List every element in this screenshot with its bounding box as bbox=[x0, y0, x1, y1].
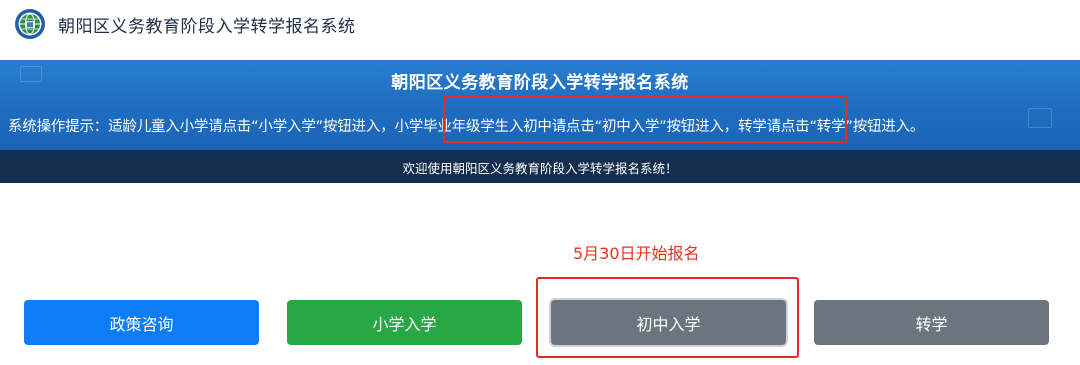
site-header: 朝阳区义务教育阶段入学转学报名系统 bbox=[0, 0, 1080, 48]
globe-emblem-icon bbox=[15, 9, 45, 39]
transfer-button[interactable]: 转学 bbox=[814, 300, 1049, 345]
tips-prefix: 系统操作提示： bbox=[8, 119, 109, 135]
primary-school-enroll-button[interactable]: 小学入学 bbox=[287, 300, 522, 345]
highlight-annotation-tip bbox=[443, 96, 847, 143]
welcome-text: 欢迎使用朝阳区义务教育阶段入学转学报名系统！ bbox=[402, 161, 678, 176]
banner-title: 朝阳区义务教育阶段入学转学报名系统 bbox=[391, 73, 689, 93]
registration-start-notice: 5月30日开始报名 bbox=[573, 244, 700, 263]
site-title: 朝阳区义务教育阶段入学转学报名系统 bbox=[58, 17, 356, 37]
policy-consult-button[interactable]: 政策咨询 bbox=[24, 300, 259, 345]
welcome-bar: 欢迎使用朝阳区义务教育阶段入学转学报名系统！ bbox=[0, 150, 1080, 183]
highlight-annotation-button bbox=[536, 277, 799, 358]
tip-primary-school: 适龄儿童入小学请点击“小学入学”按钮进入， bbox=[108, 119, 395, 135]
